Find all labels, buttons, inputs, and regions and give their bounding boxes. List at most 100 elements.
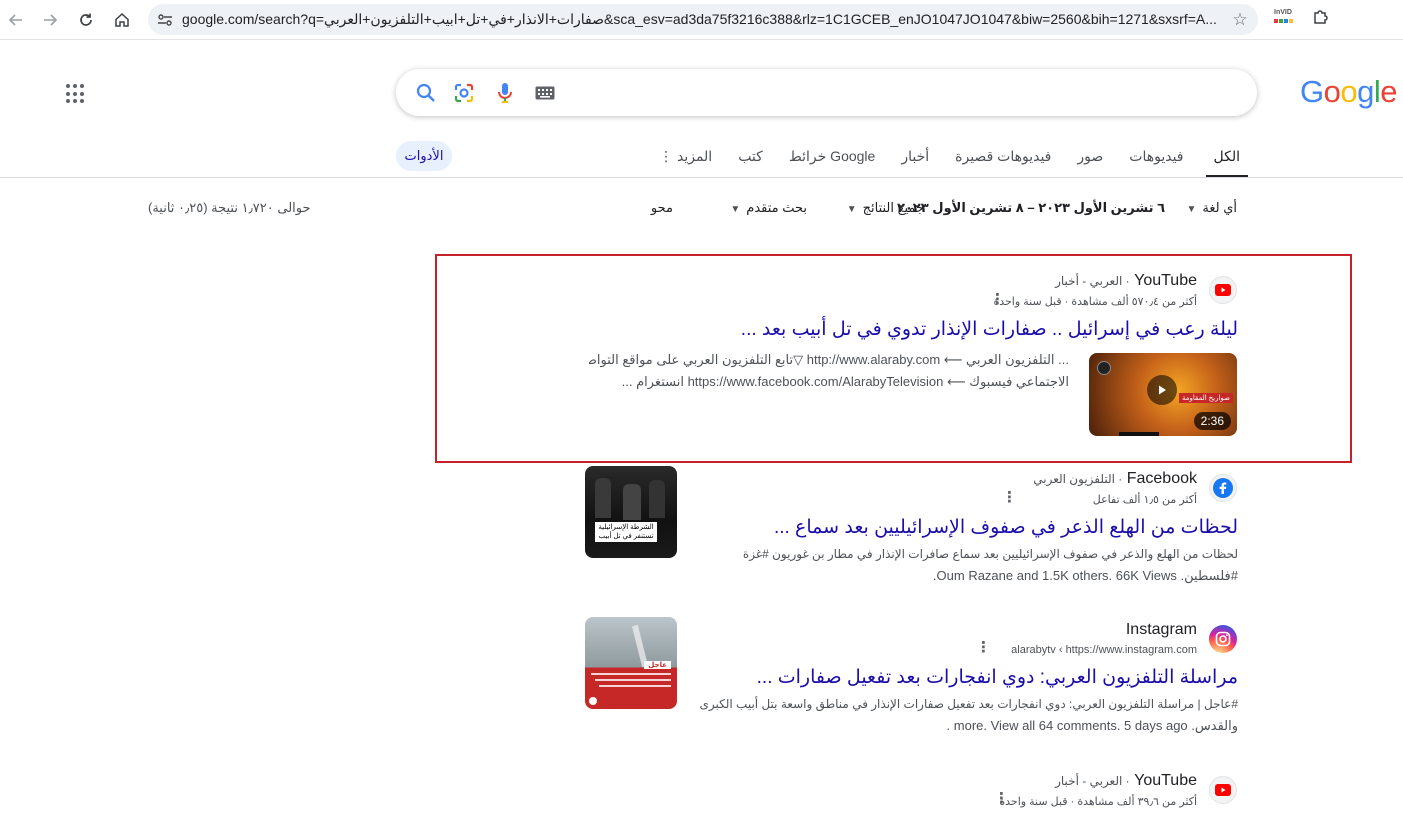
search-icon[interactable] xyxy=(414,81,438,105)
result-source[interactable]: YouTube · العربي - أخبار xyxy=(1055,272,1197,290)
tab-news[interactable]: أخبار xyxy=(897,140,933,178)
result-snippet: لحظات من الهلع والذعر في صفوف الإسرائيلي… xyxy=(738,543,1238,587)
result-title[interactable]: مراسلة التلفزيون العربي: دوي انفجارات بع… xyxy=(757,666,1238,689)
tab-images[interactable]: صور xyxy=(1073,140,1107,178)
figure-silhouette xyxy=(595,478,611,518)
caption-line xyxy=(599,685,671,687)
more-options-icon[interactable]: ⋮ xyxy=(990,290,1005,308)
channel-logo xyxy=(1097,361,1111,375)
post-thumbnail[interactable]: الشرطة الإسرائيلية تستنفر في تل أبيب xyxy=(585,466,677,558)
source-channel: · العربي - أخبار xyxy=(1055,274,1130,288)
tab-short-videos[interactable]: فيديوهات قصيرة xyxy=(951,140,1055,178)
tab-videos[interactable]: فيديوهات xyxy=(1125,140,1187,178)
result-title[interactable]: ليلة رعب في إسرائيل .. صفارات الإنذار تد… xyxy=(741,318,1238,341)
result-stats: حوالى ١٫٧٢٠ نتيجة (٠٫٢٥ ثانية) xyxy=(148,200,311,215)
result-url: alarabytv ‹ https://www.instagram.com xyxy=(1011,644,1197,656)
language-filter[interactable]: ▼ أي لغة xyxy=(1180,200,1237,216)
figure-silhouette xyxy=(623,484,641,520)
result-title[interactable]: لحظات من الهلع الذعر في صفوف الإسرائيليي… xyxy=(774,516,1238,539)
invid-extension-label: InVID xyxy=(1274,9,1292,16)
home-icon xyxy=(115,12,129,27)
logo-letter: o xyxy=(1323,74,1341,109)
back-arrow-icon xyxy=(8,14,22,26)
chevron-down-icon: ▼ xyxy=(846,204,857,215)
tab-maps[interactable]: خرائط Google xyxy=(785,140,880,178)
url-text[interactable]: google.com/search?q=صفارات+الانذار+في+تل… xyxy=(182,11,1222,28)
forward-button[interactable] xyxy=(38,8,62,32)
post-thumbnail[interactable]: عاجل xyxy=(585,617,677,709)
result-meta: أكثر من ٥٧٠٫٤ ألف مشاهدة · قبل سنة واحدة xyxy=(993,296,1197,308)
snippet-line: #فلسطين. Oum Razane and 1.5K others. 66K… xyxy=(932,568,1238,583)
google-logo[interactable]: Google xyxy=(1300,74,1398,110)
source-name: Facebook xyxy=(1126,470,1197,487)
result-snippet: ... التلفزيون العربي ⟵ http://www.alarab… xyxy=(589,349,1069,393)
channel-logo xyxy=(589,697,597,705)
extensions-puzzle-icon[interactable] xyxy=(1310,8,1332,30)
result-source[interactable]: YouTube · العربي - أخبار xyxy=(1055,772,1197,790)
snippet-line: لحظات من الهلع والذعر في صفوف الإسرائيلي… xyxy=(742,547,1238,561)
tab-more[interactable]: ⋮ المزيد xyxy=(651,140,716,178)
invid-extension-icon[interactable]: InVID xyxy=(1274,9,1296,29)
figure-silhouette xyxy=(649,480,665,518)
youtube-icon xyxy=(1209,276,1237,304)
google-apps-icon[interactable] xyxy=(66,84,86,104)
keyboard-icon[interactable] xyxy=(533,81,557,105)
snippet-line: ... التلفزيون العربي ⟵ http://www.alarab… xyxy=(589,352,1069,367)
site-settings-icon[interactable] xyxy=(148,13,182,27)
logo-letter: g xyxy=(1357,74,1374,109)
video-duration: 2:36 xyxy=(1193,412,1231,430)
more-options-icon[interactable]: ⋮ xyxy=(994,789,1009,807)
snippet-line: والقدس. more. View all 64 comments. 5 da… xyxy=(946,718,1238,733)
result-meta: أكثر من ٣٩٫٦ ألف مشاهدة · قبل سنة واحدة xyxy=(999,796,1197,808)
source-channel: · العربي - أخبار xyxy=(1055,774,1130,788)
date-range-label: ٦ تشرين الأول ٢٠٢٣ – ٨ تشرين الأول ٢٠٢٣ xyxy=(896,200,1165,215)
logo-letter: o xyxy=(1340,74,1358,109)
logo-letter: e xyxy=(1380,74,1398,109)
snippet-line: الاجتماعي فيسبوك ⟵ https://www.facebook.… xyxy=(621,374,1069,389)
clear-button[interactable]: محو xyxy=(651,200,673,216)
caption-line xyxy=(595,679,671,681)
forward-arrow-icon xyxy=(44,14,58,26)
thumbnail-caption: الشرطة الإسرائيلية تستنفر في تل أبيب xyxy=(595,522,657,542)
google-lens-icon[interactable] xyxy=(452,81,476,105)
back-button[interactable] xyxy=(4,8,28,32)
bookmark-star-icon[interactable]: ☆ xyxy=(1222,10,1258,30)
header-divider xyxy=(0,177,1403,178)
instagram-icon xyxy=(1209,625,1237,653)
tools-button[interactable]: الأدوات xyxy=(396,141,452,171)
microphone-icon[interactable] xyxy=(493,81,517,105)
search-tabs: الكل فيديوهات صور فيديوهات قصيرة أخبار خ… xyxy=(651,140,1248,178)
snippet-line: #عاجل | مراسلة التلفزيون العربي: دوي انف… xyxy=(699,697,1238,711)
source-channel: · التلفزيون العربي xyxy=(1033,472,1123,486)
more-options-icon[interactable]: ⋮ xyxy=(1002,488,1017,506)
search-input[interactable] xyxy=(396,69,1257,116)
caption-line xyxy=(591,673,671,675)
more-options-icon[interactable]: ⋮ xyxy=(976,638,991,656)
result-snippet: #عاجل | مراسلة التلفزيون العربي: دوي انف… xyxy=(698,693,1238,737)
tab-books[interactable]: كتب xyxy=(734,140,767,178)
tab-all[interactable]: الكل xyxy=(1205,140,1248,178)
tab-more-label: المزيد xyxy=(676,148,713,164)
logo-letter: G xyxy=(1300,74,1324,109)
reload-button[interactable] xyxy=(74,8,98,32)
result-meta: أكثر من ١٫٥ ألف تفاعل xyxy=(1092,494,1197,506)
more-vertical-icon: ⋮ xyxy=(659,148,674,164)
facebook-icon xyxy=(1209,474,1237,502)
chevron-down-icon: ▼ xyxy=(730,204,741,215)
source-name: YouTube xyxy=(1134,272,1197,289)
advanced-search-label: بحث متقدم xyxy=(746,200,807,215)
source-name: Instagram xyxy=(1125,621,1197,638)
home-button[interactable] xyxy=(110,8,134,32)
play-icon xyxy=(1147,375,1177,405)
video-thumbnail[interactable]: صواريخ المقاومة 2:36 xyxy=(1089,353,1237,436)
address-bar[interactable]: google.com/search?q=صفارات+الانذار+في+تل… xyxy=(148,4,1258,35)
result-source[interactable]: Facebook · التلفزيون العربي xyxy=(1033,470,1197,488)
browser-toolbar: google.com/search?q=صفارات+الانذار+في+تل… xyxy=(0,0,1403,40)
result-source[interactable]: Instagram xyxy=(1126,621,1197,639)
all-results-filter[interactable]: ▼ جميع النتائج xyxy=(841,200,924,216)
advanced-search-link[interactable]: ▼ بحث متقدم xyxy=(724,200,807,216)
source-name: YouTube xyxy=(1134,772,1197,789)
all-results-label: جميع النتائج xyxy=(862,200,924,215)
language-filter-label: أي لغة xyxy=(1202,200,1237,215)
date-range-filter[interactable]: ٦ تشرين الأول ٢٠٢٣ – ٨ تشرين الأول ٢٠٢٣ xyxy=(897,200,1165,216)
